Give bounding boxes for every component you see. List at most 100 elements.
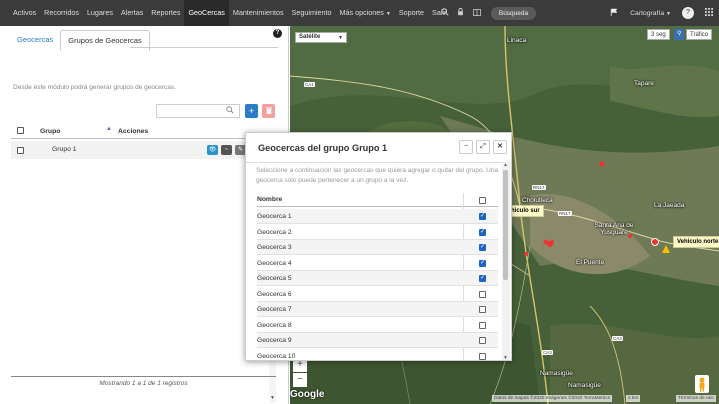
lock-icon[interactable]	[453, 8, 469, 18]
geocerca-name: Geocerca 4	[257, 259, 292, 267]
nav-activos[interactable]: Activos	[9, 0, 40, 26]
vehicle-label-norte[interactable]: Vehiculo norte	[673, 236, 719, 248]
scroll-down-icon[interactable]: ▼	[270, 395, 275, 401]
nav-reportes[interactable]: Reportes	[147, 0, 184, 26]
help-icon[interactable]: ?	[273, 29, 282, 38]
nav-lugares[interactable]: Lugares	[83, 0, 117, 26]
nav-mas-opciones[interactable]: Más opciones ▼	[336, 0, 395, 26]
list-item[interactable]: Geocerca 9	[257, 333, 498, 348]
geocerca-checkbox[interactable]	[479, 228, 486, 236]
caret-down-icon: ▼	[666, 10, 671, 17]
vehicle-arrow-icon[interactable]	[662, 245, 670, 253]
place-label: El Puente	[576, 259, 605, 266]
search-icon	[226, 106, 234, 116]
place-label: Tapare	[634, 80, 654, 87]
nav-mas-opciones-label: Más opciones	[339, 8, 384, 17]
scroll-up-icon[interactable]: ▲	[503, 162, 508, 168]
table-row[interactable]: Grupo 1 👁 ~ ✎ ▪	[11, 141, 276, 159]
minimize-icon[interactable]: −	[459, 140, 473, 154]
vehicle-marker-icon[interactable]	[651, 238, 659, 246]
map-attribution: Datos de mapas ©2020 Imágenes ©2020 Terr…	[492, 395, 613, 402]
nav-soporte[interactable]: Soporte	[395, 0, 428, 26]
geocerca-checkbox[interactable]	[479, 352, 486, 360]
road-label: CA3	[612, 336, 623, 341]
geocerca-name: Geocerca 8	[257, 321, 292, 329]
place-label: Namasigüe	[540, 370, 573, 377]
top-navbar: Activos Recorridos Lugares Alertas Repor…	[0, 0, 719, 26]
search-icon[interactable]	[437, 8, 453, 18]
geocerca-checkbox[interactable]	[479, 321, 486, 329]
geocerca-checkbox[interactable]	[479, 212, 486, 220]
geocerca-name: Geocerca 1	[257, 213, 292, 220]
select-all-checkbox[interactable]	[17, 127, 24, 134]
map-type-select[interactable]: Satélite ▼	[295, 32, 347, 43]
scroll-thumb[interactable]	[503, 170, 508, 280]
geocerca-checkbox[interactable]	[479, 337, 486, 344]
chart-icon[interactable]: ~	[221, 145, 232, 155]
geocerca-checkbox[interactable]	[479, 306, 486, 313]
geocerca-name: Geocerca 3	[257, 244, 292, 251]
tab-geocercas[interactable]: Geocercas	[10, 30, 60, 51]
footer-divider	[11, 376, 276, 377]
group-name: Grupo 1	[52, 146, 77, 153]
delete-group-button[interactable]	[262, 104, 275, 118]
location-pin-icon[interactable]: ⚲	[674, 29, 684, 40]
road-label: CA1	[304, 82, 315, 87]
geocerca-checkbox[interactable]	[479, 259, 486, 267]
nav-geocercas[interactable]: GeoCercas	[184, 0, 229, 26]
help-icon[interactable]: ?	[682, 7, 694, 19]
add-group-button[interactable]: +	[245, 104, 258, 118]
tab-divider	[130, 47, 278, 48]
nav-recorridos[interactable]: Recorridos	[40, 0, 83, 26]
search-button[interactable]: Búsqueda	[490, 6, 537, 20]
column-header-nombre: Nombre	[257, 196, 283, 203]
maximize-icon[interactable]: ⤢	[476, 140, 490, 154]
road-label: RN17	[558, 211, 572, 216]
list-item[interactable]: Geocerca 3	[257, 240, 498, 255]
modal-scrollbar[interactable]: ▲ ▼	[502, 162, 510, 360]
geocerca-name: Geocerca 9	[257, 337, 292, 344]
navbar-tools: Búsqueda Cartografía ▼ ?	[437, 0, 719, 26]
row-checkbox[interactable]	[17, 147, 24, 154]
nav-mantenimientos[interactable]: Mantenimientos	[229, 0, 288, 26]
flag-icon[interactable]	[610, 8, 618, 18]
list-item[interactable]: Geocerca 2	[257, 225, 498, 240]
street-view-pegman-icon[interactable]	[695, 375, 709, 393]
caret-down-icon: ▼	[385, 11, 391, 17]
column-header-grupo[interactable]: Grupo	[40, 128, 60, 135]
select-all-checkbox[interactable]	[479, 197, 486, 204]
pagination-info: Mostrando 1 a 1 de 1 registros	[99, 380, 188, 387]
terms-link[interactable]: Términos de uso	[676, 395, 716, 402]
close-icon[interactable]: ✕	[493, 140, 507, 154]
map-type-label: Satélite	[299, 34, 321, 40]
search-input[interactable]	[156, 104, 240, 118]
scroll-down-icon[interactable]: ▼	[503, 355, 508, 360]
list-item[interactable]: Geocerca 1	[257, 209, 498, 224]
cartography-label: Cartografía	[630, 9, 665, 17]
nav-seguimiento[interactable]: Seguimiento	[288, 0, 336, 26]
list-item[interactable]: Geocerca 5	[257, 271, 498, 286]
refresh-interval-select[interactable]: 3 seg	[647, 29, 670, 40]
nav-alertas[interactable]: Alertas	[117, 0, 147, 26]
window-icon[interactable]	[469, 8, 485, 18]
place-label: Santa Ana de Yusguare	[594, 222, 634, 236]
cartography-dropdown[interactable]: Cartografía ▼	[630, 10, 671, 17]
list-item[interactable]: Geocerca 7	[257, 302, 498, 317]
sort-asc-icon[interactable]: ▲	[106, 126, 112, 132]
place-label: Cholutleca	[522, 197, 553, 204]
list-item[interactable]: Geocerca 8	[257, 318, 498, 333]
geocerca-checkbox[interactable]	[479, 274, 486, 282]
zoom-out-button[interactable]: −	[293, 373, 307, 387]
place-label: Namasigüe	[568, 382, 601, 389]
traffic-toggle[interactable]: Tráfico	[686, 29, 713, 40]
modal-description: Seleccione a continuación las geocercas …	[256, 167, 499, 184]
grid-icon[interactable]	[705, 8, 713, 18]
list-item[interactable]: Geocerca 4	[257, 256, 498, 271]
geocerca-name: Geocerca 5	[257, 275, 292, 282]
geocerca-checkbox[interactable]	[479, 290, 486, 298]
modal-divider	[246, 162, 511, 163]
list-item[interactable]: Geocerca 6	[257, 287, 498, 302]
list-item[interactable]: Geocerca 10	[257, 349, 498, 361]
geocerca-checkbox[interactable]	[479, 243, 486, 251]
view-eye-icon[interactable]: 👁	[207, 145, 218, 155]
